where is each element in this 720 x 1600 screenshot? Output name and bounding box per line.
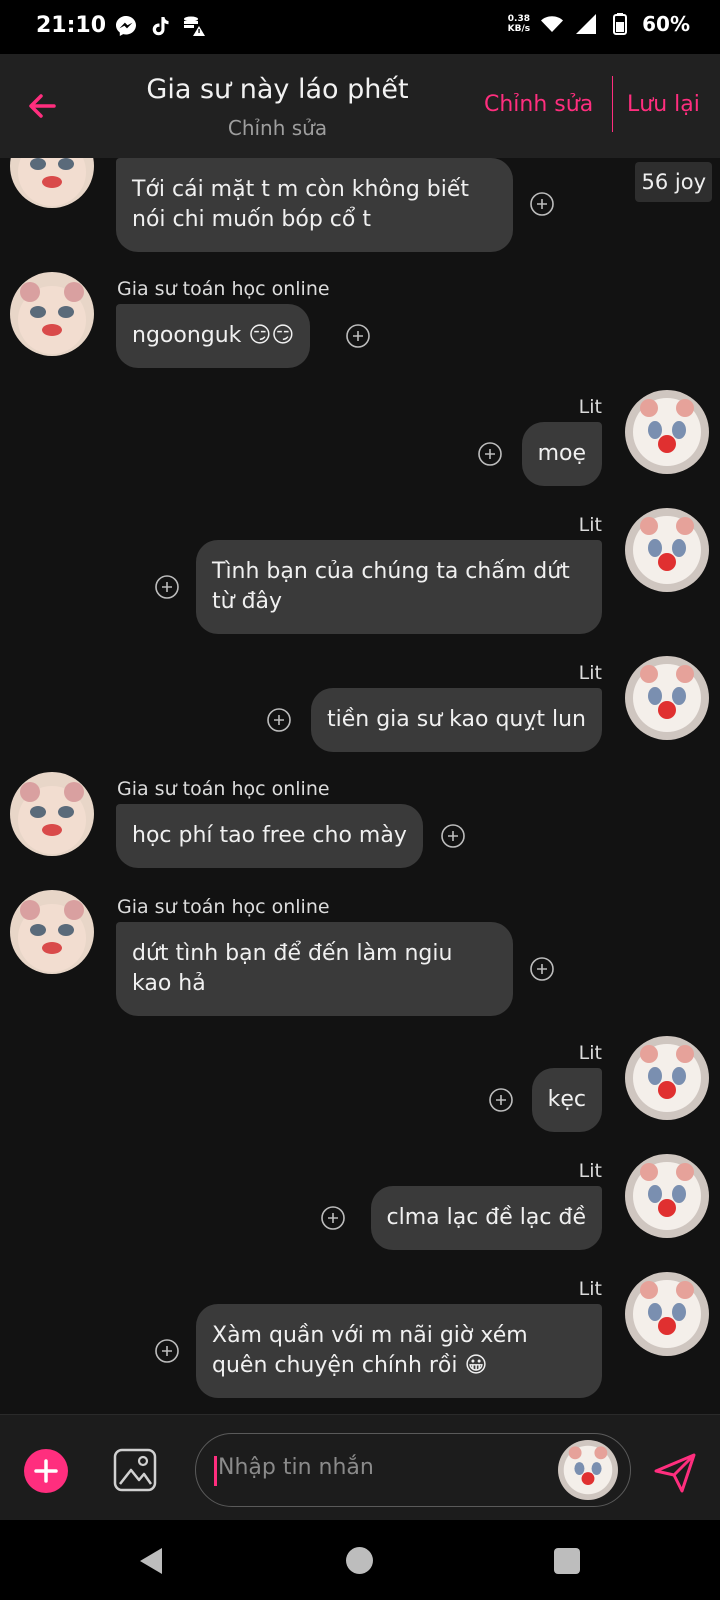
- nav-home-icon[interactable]: [346, 1547, 373, 1574]
- sender-name: Lit: [578, 662, 602, 684]
- system-status: 0.38 KB/s 60%: [508, 12, 690, 36]
- data-warning-icon: [184, 16, 205, 36]
- send-icon[interactable]: [652, 1449, 698, 1495]
- message-text: tiền gia sư kao quỵt lun: [327, 707, 586, 732]
- status-time: 21:10: [36, 13, 107, 38]
- message-bubble[interactable]: dứt tình bạn để đến làm ngiu kao hả: [116, 922, 513, 1016]
- nav-recents-icon[interactable]: [554, 1548, 580, 1574]
- sender-name: Lit: [578, 1042, 602, 1064]
- messenger-icon: [116, 16, 136, 36]
- avatar-lit[interactable]: [625, 1154, 709, 1238]
- avatar-lit[interactable]: [625, 390, 709, 474]
- sender-avatar[interactable]: [558, 1440, 618, 1500]
- status-bar: 21:10 0.38 KB/s 60%: [0, 0, 720, 54]
- chat-subtitle: Chỉnh sửa: [227, 116, 328, 140]
- message-input-placeholder: Nhập tin nhắn: [218, 1455, 374, 1480]
- message-input[interactable]: Nhập tin nhắn: [195, 1433, 631, 1507]
- sender-name: Gia sư toán học online: [117, 778, 330, 800]
- signal-icon: [576, 14, 597, 34]
- message-text: ngoonguk 😏😏: [132, 323, 295, 348]
- avatar-tutor[interactable]: [10, 272, 94, 356]
- message-bubble[interactable]: Tới cái mặt t m còn không biết nói chi m…: [116, 158, 513, 252]
- avatar-lit[interactable]: [625, 508, 709, 592]
- edit-button[interactable]: Chỉnh sửa: [484, 92, 593, 117]
- message-text: Tới cái mặt t m còn không biết: [132, 177, 470, 202]
- message-text: từ đây: [212, 589, 283, 614]
- message-text: nói chi muốn bóp cổ t: [132, 207, 371, 232]
- net-speed-unit: KB/s: [507, 24, 531, 34]
- message-text: quên chuyện chính rồi 😀: [212, 1353, 488, 1378]
- add-reaction-icon[interactable]: [529, 956, 555, 982]
- message-bubble[interactable]: Tình bạn của chúng ta chấm dứt từ đây: [196, 540, 602, 634]
- add-button[interactable]: [24, 1449, 68, 1493]
- message-bubble[interactable]: kẹc: [531, 1068, 602, 1132]
- sender-name: Gia sư toán học online: [117, 278, 330, 300]
- message-text: kao hả: [132, 971, 206, 996]
- nav-back-icon[interactable]: [136, 1546, 166, 1576]
- add-reaction-icon[interactable]: [529, 191, 555, 217]
- message-list[interactable]: 56 joy Tới cái mặt t m còn không biết nó…: [0, 158, 720, 1414]
- battery-icon: [613, 13, 628, 35]
- composer-bar: Nhập tin nhắn: [0, 1414, 720, 1520]
- avatar-tutor[interactable]: [10, 890, 94, 974]
- message-text: Xàm quần với m nãi giờ xém: [212, 1323, 528, 1348]
- message-text: học phí tao free cho mày: [132, 823, 407, 848]
- avatar-lit[interactable]: [625, 1272, 709, 1356]
- message-bubble[interactable]: Xàm quần với m nãi giờ xém quên chuyện c…: [196, 1304, 602, 1398]
- avatar-tutor[interactable]: [10, 158, 94, 208]
- sender-name: Lit: [578, 396, 602, 418]
- sender-name: Lit: [578, 1160, 602, 1182]
- network-speed: 0.38 KB/s: [508, 14, 530, 34]
- add-reaction-icon[interactable]: [345, 323, 371, 349]
- save-button[interactable]: Lưu lại: [627, 92, 700, 117]
- wifi-icon: [541, 16, 564, 32]
- sender-name: Lit: [578, 1278, 602, 1300]
- message-bubble[interactable]: học phí tao free cho mày: [116, 804, 423, 868]
- plus-icon: [34, 1459, 58, 1483]
- joy-badge: 56 joy: [635, 162, 712, 202]
- message-text: moẹ: [537, 441, 586, 466]
- chat-title: Gia sư này láo phết: [146, 74, 409, 105]
- header-divider: [612, 76, 613, 132]
- back-arrow-icon[interactable]: [24, 88, 60, 124]
- message-bubble[interactable]: moẹ: [521, 422, 602, 486]
- add-reaction-icon[interactable]: [440, 823, 466, 849]
- notification-icons: [114, 14, 206, 38]
- add-reaction-icon[interactable]: [320, 1205, 346, 1231]
- system-nav-bar: [0, 1520, 720, 1600]
- message-text: dứt tình bạn để đến làm ngiu: [132, 941, 453, 966]
- avatar-lit[interactable]: [625, 656, 709, 740]
- message-text: clma lạc đề lạc đề: [386, 1205, 586, 1230]
- avatar-tutor[interactable]: [10, 772, 94, 856]
- message-text: Tình bạn của chúng ta chấm dứt: [212, 559, 570, 584]
- text-caret: [214, 1456, 217, 1486]
- sender-name: Gia sư toán học online: [117, 896, 330, 918]
- sender-name: Lit: [578, 514, 602, 536]
- message-bubble[interactable]: clma lạc đề lạc đề: [370, 1186, 602, 1250]
- add-reaction-icon[interactable]: [266, 707, 292, 733]
- avatar-lit[interactable]: [625, 1036, 709, 1120]
- tiktok-icon: [152, 17, 169, 36]
- add-reaction-icon[interactable]: [154, 574, 180, 600]
- chat-header: Gia sư này láo phết Chỉnh sửa Chỉnh sửa …: [0, 54, 720, 158]
- message-text: kẹc: [547, 1087, 586, 1112]
- battery-percentage: 60%: [642, 12, 690, 36]
- message-bubble[interactable]: ngoonguk 😏😏: [116, 304, 311, 368]
- add-reaction-icon[interactable]: [477, 441, 503, 467]
- net-speed-value: 0.38: [507, 14, 530, 24]
- add-reaction-icon[interactable]: [488, 1087, 514, 1113]
- message-bubble[interactable]: tiền gia sư kao quỵt lun: [311, 688, 602, 752]
- add-reaction-icon[interactable]: [154, 1338, 180, 1364]
- image-icon[interactable]: [112, 1447, 158, 1493]
